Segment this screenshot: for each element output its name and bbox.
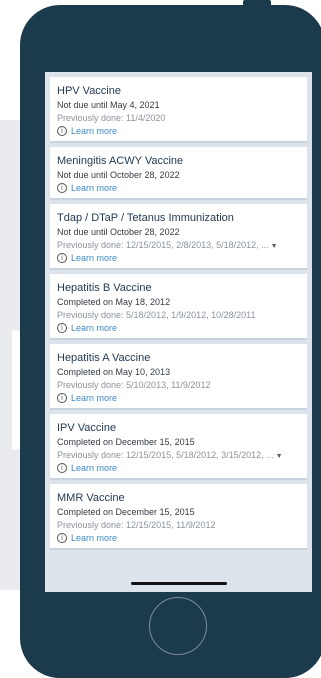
vaccine-previous-doses: Previously done: 12/15/2015, 2/8/2013, 5… <box>57 240 300 250</box>
vaccine-status: Not due until May 4, 2021 <box>57 100 160 110</box>
vaccine-status: Completed on December 15, 2015 <box>57 437 195 447</box>
vaccine-card[interactable]: Hepatitis B Vaccine Completed on May 18,… <box>50 274 307 340</box>
learn-more-link[interactable]: i Learn more <box>57 463 300 473</box>
vaccine-card[interactable]: Meningitis ACWY Vaccine Not due until Oc… <box>50 147 307 200</box>
info-icon: i <box>57 393 67 403</box>
info-icon: i <box>57 533 67 543</box>
previous-doses-text: Previously done: 12/15/2015, 5/18/2012, … <box>57 450 274 460</box>
vaccine-status: Completed on May 18, 2012 <box>57 297 171 307</box>
expand-chevron-icon[interactable]: ▼ <box>269 243 278 250</box>
phone-side-button <box>243 0 271 6</box>
vaccine-card[interactable]: MMR Vaccine Completed on December 15, 20… <box>50 484 307 550</box>
learn-more-link[interactable]: i Learn more <box>57 126 300 136</box>
learn-more-label: Learn more <box>71 126 118 136</box>
previous-doses-text: Previously done: 5/18/2012, 1/9/2012, 10… <box>57 310 256 320</box>
vaccine-title: MMR Vaccine <box>57 492 125 504</box>
phone-screen: HPV Vaccine Not due until May 4, 2021 Pr… <box>45 72 312 592</box>
expand-chevron-icon[interactable]: ▼ <box>274 453 283 460</box>
vaccine-title: HPV Vaccine <box>57 85 121 97</box>
vaccine-status: Not due until October 28, 2022 <box>57 227 180 237</box>
vaccine-previous-doses: Previously done: 5/10/2013, 11/9/2012 <box>57 380 300 390</box>
learn-more-link[interactable]: i Learn more <box>57 393 300 403</box>
info-icon: i <box>57 323 67 333</box>
vaccine-list: HPV Vaccine Not due until May 4, 2021 Pr… <box>45 72 312 550</box>
vaccine-status: Completed on May 10, 2013 <box>57 367 171 377</box>
vaccine-card[interactable]: Tdap / DTaP / Tetanus Immunization Not d… <box>50 204 307 270</box>
previous-doses-text: Previously done: 11/4/2020 <box>57 113 166 123</box>
vaccine-previous-doses: Previously done: 12/15/2015, 5/18/2012, … <box>57 450 300 460</box>
learn-more-link[interactable]: i Learn more <box>57 533 300 543</box>
vaccine-previous-doses: Previously done: 5/18/2012, 1/9/2012, 10… <box>57 310 300 320</box>
vaccine-title: Hepatitis B Vaccine <box>57 282 152 294</box>
vaccine-card[interactable]: HPV Vaccine Not due until May 4, 2021 Pr… <box>50 77 307 143</box>
learn-more-label: Learn more <box>71 393 118 403</box>
vaccine-status: Completed on December 15, 2015 <box>57 507 195 517</box>
learn-more-label: Learn more <box>71 323 118 333</box>
info-icon: i <box>57 183 67 193</box>
previous-doses-text: Previously done: 12/15/2015, 11/9/2012 <box>57 520 216 530</box>
vaccine-status: Not due until October 28, 2022 <box>57 170 180 180</box>
info-icon: i <box>57 253 67 263</box>
learn-more-label: Learn more <box>71 463 118 473</box>
previous-doses-text: Previously done: 5/10/2013, 11/9/2012 <box>57 380 211 390</box>
previous-doses-text: Previously done: 12/15/2015, 2/8/2013, 5… <box>57 240 269 250</box>
vaccine-card[interactable]: IPV Vaccine Completed on December 15, 20… <box>50 414 307 480</box>
learn-more-label: Learn more <box>71 183 118 193</box>
home-button[interactable] <box>149 597 207 655</box>
info-icon: i <box>57 463 67 473</box>
vaccine-card[interactable]: Hepatitis A Vaccine Completed on May 10,… <box>50 344 307 410</box>
vaccine-title: Tdap / DTaP / Tetanus Immunization <box>57 212 234 224</box>
learn-more-link[interactable]: i Learn more <box>57 253 300 263</box>
info-icon: i <box>57 126 67 136</box>
vaccine-previous-doses: Previously done: 11/4/2020 <box>57 113 300 123</box>
learn-more-link[interactable]: i Learn more <box>57 183 300 193</box>
vaccine-title: IPV Vaccine <box>57 422 117 434</box>
home-indicator[interactable] <box>131 582 227 585</box>
learn-more-label: Learn more <box>71 533 118 543</box>
vaccine-title: Meningitis ACWY Vaccine <box>57 155 184 167</box>
vaccine-previous-doses: Previously done: 12/15/2015, 11/9/2012 <box>57 520 300 530</box>
learn-more-label: Learn more <box>71 253 118 263</box>
learn-more-link[interactable]: i Learn more <box>57 323 300 333</box>
vaccine-title: Hepatitis A Vaccine <box>57 352 151 364</box>
